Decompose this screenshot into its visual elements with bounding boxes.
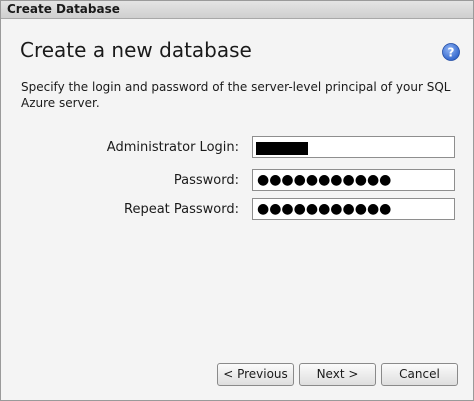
cancel-button[interactable]: Cancel (381, 363, 458, 386)
next-button[interactable]: Next > (299, 363, 376, 386)
window-title: Create Database (7, 2, 120, 16)
title-bar[interactable]: Create Database (1, 1, 473, 19)
repeat-password-label: Repeat Password: (124, 202, 239, 217)
instruction-text: Specify the login and password of the se… (21, 80, 451, 110)
create-database-dialog: Create Database Create a new database ? … (0, 0, 474, 401)
previous-button[interactable]: < Previous (217, 363, 294, 386)
password-label: Password: (173, 173, 239, 188)
admin-login-label: Administrator Login: (106, 140, 239, 155)
help-icon[interactable]: ? (442, 43, 460, 61)
repeat-password-input[interactable] (252, 198, 455, 220)
svg-text:?: ? (448, 46, 455, 60)
page-heading: Create a new database (20, 38, 252, 62)
admin-login-input[interactable] (252, 136, 455, 158)
password-input[interactable] (252, 169, 455, 191)
